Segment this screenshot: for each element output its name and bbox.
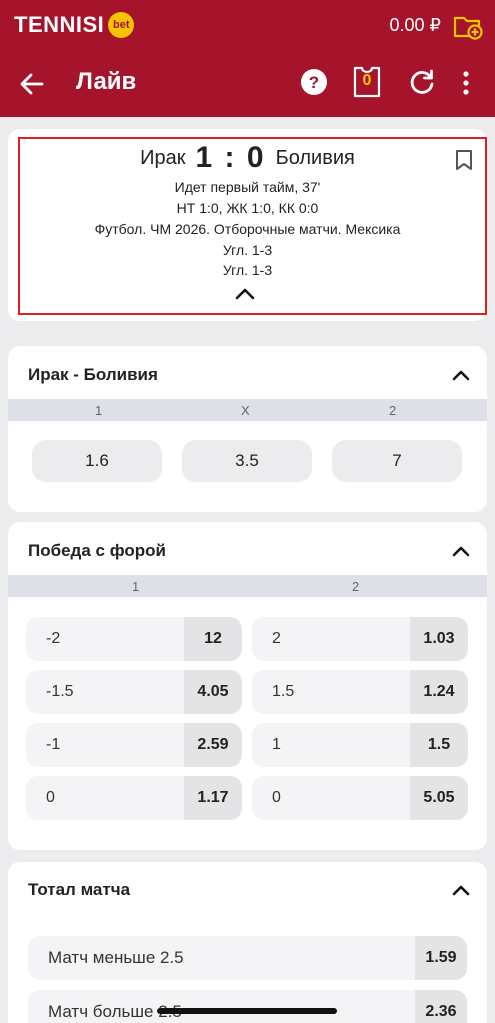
- handicap-label: -1.5: [46, 683, 74, 700]
- handicap-option[interactable]: 2 1.03: [252, 617, 468, 661]
- handicap-option[interactable]: -2 12: [26, 617, 242, 661]
- home-indicator[interactable]: [157, 1008, 337, 1014]
- total-option[interactable]: Матч меньше 2.5 1.59: [28, 936, 467, 980]
- match-card: Ирак 1 : 0 Боливия Идет первый тайм, 37'…: [8, 129, 487, 321]
- handicap-odd: 4.05: [184, 670, 242, 714]
- logo-badge: bet: [108, 12, 135, 38]
- page-title: Лайв: [76, 68, 137, 95]
- handicap-odd: 1.17: [184, 776, 242, 820]
- odd-button[interactable]: 7: [332, 440, 462, 482]
- handicap-odd: 2.59: [184, 723, 242, 767]
- handicap-option[interactable]: 1.5 1.24: [252, 670, 468, 714]
- handicap-option[interactable]: 0 5.05: [252, 776, 468, 820]
- odd-button[interactable]: 1.6: [32, 440, 162, 482]
- refresh-icon[interactable]: [408, 68, 436, 96]
- total-label: Матч меньше 2.5: [48, 948, 184, 967]
- handicap-odd: 12: [184, 617, 242, 661]
- column-label: 1: [95, 403, 103, 418]
- total-odd: 1.59: [415, 936, 467, 980]
- svg-text:?: ?: [309, 73, 319, 92]
- market-title: Победа с форой: [28, 541, 166, 560]
- more-vertical-icon[interactable]: [455, 68, 477, 98]
- market-handicap: Победа с форой 1 2 -2 12 2 1.03 -1.5 4.0…: [8, 522, 487, 850]
- total-odd: 2.36: [415, 990, 467, 1023]
- handicap-odd: 1.24: [410, 670, 468, 714]
- market-total: Тотал матча Матч меньше 2.5 1.59 Матч бо…: [8, 862, 487, 1023]
- top-bar: TENNISI bet 0.00 ₽: [0, 0, 495, 52]
- handicap-label: 0: [46, 789, 55, 806]
- handicap-option[interactable]: -1.5 4.05: [26, 670, 242, 714]
- match-tournament: Футбол. ЧМ 2026. Отборочные матчи. Мекси…: [94, 221, 401, 237]
- handicap-option[interactable]: 1 1.5: [252, 723, 468, 767]
- column-label: 1: [132, 579, 140, 594]
- total-option[interactable]: Матч больше 2.5 2.36: [28, 990, 467, 1023]
- column-label: 2: [352, 579, 360, 594]
- match-stats: НТ 1:0, ЖК 1:0, КК 0:0: [176, 200, 319, 216]
- chevron-up-icon[interactable]: [451, 883, 471, 896]
- coupon-button[interactable]: 0: [352, 66, 382, 98]
- balance[interactable]: 0.00 ₽: [390, 15, 442, 36]
- away-team: Боливия: [275, 146, 355, 169]
- handicap-label: 1: [272, 736, 281, 753]
- market-title: Тотал матча: [28, 880, 131, 899]
- odd-button[interactable]: 3.5: [182, 440, 312, 482]
- match-corners-2: Угл. 1-3: [222, 262, 273, 278]
- chevron-up-icon[interactable]: [451, 544, 471, 557]
- match-score: 1 : 0: [195, 141, 266, 174]
- back-arrow-icon[interactable]: [16, 68, 48, 100]
- score-row: Ирак 1 : 0 Боливия: [8, 141, 487, 175]
- logo-text: TENNISI: [14, 12, 105, 37]
- bookmark-icon[interactable]: [455, 149, 473, 171]
- coupon-count: 0: [362, 72, 372, 89]
- handicap-odd: 1.5: [410, 723, 468, 767]
- logo[interactable]: TENNISI bet: [14, 12, 135, 38]
- column-header: 1 X 2: [8, 399, 487, 421]
- column-header: 1 2: [8, 575, 487, 597]
- nav-bar: Лайв ? 0: [0, 52, 495, 117]
- handicap-odd: 1.03: [410, 617, 468, 661]
- wallet-add-icon[interactable]: [453, 12, 483, 40]
- match-status: Идет первый тайм, 37': [174, 179, 321, 195]
- market-title: Ирак - Боливия: [28, 365, 158, 384]
- handicap-odd: 5.05: [410, 776, 468, 820]
- handicap-label: 0: [272, 789, 281, 806]
- column-label: 2: [389, 403, 397, 418]
- handicap-label: -2: [46, 630, 61, 647]
- home-team: Ирак: [140, 146, 186, 169]
- handicap-label: 1.5: [272, 683, 295, 700]
- market-1x2: Ирак - Боливия 1 X 2 1.6 3.5 7: [8, 346, 487, 512]
- handicap-label: -1: [46, 736, 61, 753]
- handicap-label: 2: [272, 630, 281, 647]
- match-corners: Угл. 1-3: [222, 242, 273, 258]
- column-label: X: [241, 403, 250, 418]
- handicap-option[interactable]: 0 1.17: [26, 776, 242, 820]
- chevron-up-icon[interactable]: [234, 287, 256, 301]
- handicap-option[interactable]: -1 2.59: [26, 723, 242, 767]
- help-icon[interactable]: ?: [300, 68, 328, 96]
- chevron-up-icon[interactable]: [451, 368, 471, 381]
